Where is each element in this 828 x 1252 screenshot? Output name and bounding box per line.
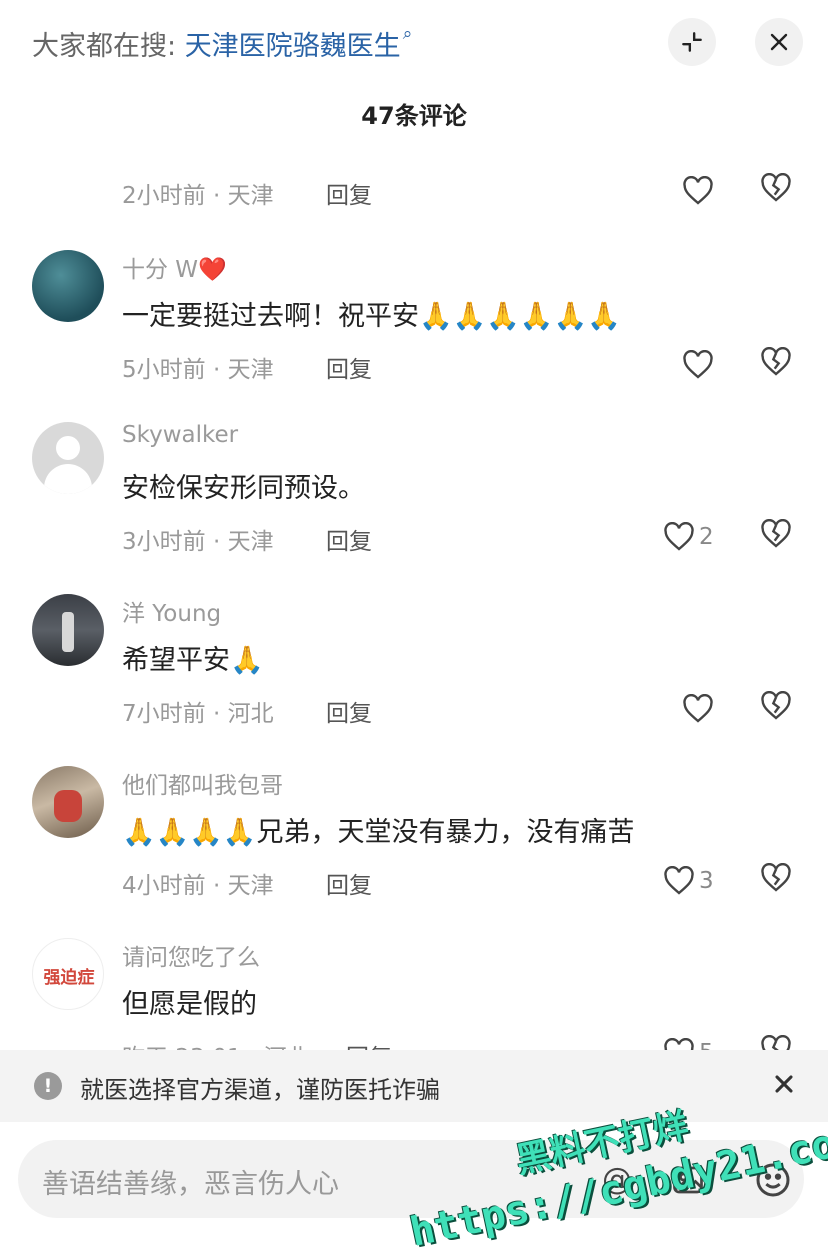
emoji-icon[interactable]: [753, 1160, 793, 1200]
comment-item: 洋 Young 希望平安🙏 7小时前 · 河北 回复: [0, 594, 828, 766]
comment-item: 强迫症 请问您吃了么 但愿是假的 昨天 23:01 · 河北 回复 5: [0, 938, 828, 1050]
comment-input-bar: 善语结善缘，恶言伤人心 @: [0, 1122, 828, 1252]
comment-item: 2小时前 · 天津 回复: [0, 145, 828, 209]
comment-username[interactable]: 请问您吃了么: [122, 938, 260, 972]
comment-username[interactable]: 他们都叫我包哥: [122, 766, 283, 800]
avatar-figure: [54, 790, 82, 822]
trending-search-keyword[interactable]: 天津医院骆巍医生: [185, 31, 401, 62]
comment-meta: 昨天 23:01 · 河北: [122, 1038, 310, 1050]
image-icon[interactable]: [670, 1162, 706, 1198]
comment-meta: 4小时前 · 天津: [122, 873, 274, 899]
avatar[interactable]: [32, 766, 104, 838]
broken-heart-icon: [761, 172, 791, 202]
reply-button[interactable]: 回复: [326, 694, 372, 728]
comment-input-placeholder: 善语结善缘，恶言伤人心: [42, 1169, 339, 1200]
dislike-button[interactable]: [760, 518, 796, 555]
comment-list[interactable]: 2小时前 · 天津 回复 十分 W❤️ 一定要挺过去啊！祝平安🙏🙏🙏🙏🙏🙏 5小…: [0, 145, 828, 1050]
comment-text: 安检保安形同预设。: [122, 473, 365, 504]
avatar[interactable]: [32, 250, 104, 322]
trending-search-prefix: 大家都在搜:: [32, 31, 185, 62]
avatar-default-head: [56, 436, 80, 460]
comment-meta: 7小时前 · 河北: [122, 701, 274, 727]
notice-close-button[interactable]: [770, 1070, 800, 1100]
comment-item: 他们都叫我包哥 🙏🙏🙏🙏兄弟，天堂没有暴力，没有痛苦 4小时前 · 天津 回复 …: [0, 766, 828, 938]
comment-text: 🙏🙏🙏🙏兄弟，天堂没有暴力，没有痛苦: [122, 817, 635, 848]
comment-count-title: 47条评论: [361, 102, 467, 130]
reply-button[interactable]: 回复: [326, 176, 372, 210]
heart-icon: [664, 522, 694, 551]
trending-search[interactable]: 大家都在搜: 天津医院骆巍医生 ⌕: [32, 24, 412, 63]
avatar[interactable]: [32, 422, 104, 494]
close-button[interactable]: [755, 18, 803, 66]
notice-text: 就医选择官方渠道，谨防医托诈骗: [80, 1076, 440, 1104]
heart-icon: [683, 350, 713, 379]
broken-heart-icon: [761, 1034, 791, 1050]
comment-text: 但愿是假的: [122, 989, 257, 1020]
warning-icon: !: [34, 1072, 62, 1100]
avatar[interactable]: 强迫症: [32, 938, 104, 1010]
collapse-button[interactable]: [668, 18, 716, 66]
close-icon: [770, 33, 788, 51]
dislike-button[interactable]: [760, 172, 796, 209]
comment-input[interactable]: 善语结善缘，恶言伤人心 @: [18, 1140, 804, 1218]
like-count: 5: [699, 1040, 714, 1050]
comment-text: 希望平安🙏: [122, 645, 264, 676]
dislike-button[interactable]: [760, 346, 796, 383]
like-button[interactable]: 2: [663, 519, 733, 555]
broken-heart-icon: [761, 862, 791, 892]
heart-icon: [664, 866, 694, 895]
broken-heart-icon: [761, 346, 791, 376]
avatar[interactable]: [32, 594, 104, 666]
reply-button[interactable]: 回复: [326, 522, 372, 556]
search-icon: ⌕: [402, 24, 413, 44]
broken-heart-icon: [761, 690, 791, 720]
like-button[interactable]: [682, 691, 752, 727]
reply-button[interactable]: 回复: [326, 866, 372, 900]
comment-item: Skywalker 安检保安形同预设。 3小时前 · 天津 回复 2: [0, 422, 828, 594]
like-button[interactable]: 5: [663, 1035, 733, 1050]
dislike-button[interactable]: [760, 1034, 796, 1050]
comment-meta: 2小时前 · 天津: [122, 183, 274, 209]
avatar-default-body: [44, 464, 92, 494]
comment-meta: 5小时前 · 天津: [122, 357, 274, 383]
comment-meta: 3小时前 · 天津: [122, 529, 274, 555]
like-count: 3: [699, 868, 714, 894]
reply-button[interactable]: 回复: [326, 350, 372, 384]
like-button[interactable]: [682, 173, 752, 209]
at-mention-icon[interactable]: @: [602, 1162, 632, 1197]
notice-banner: ! 就医选择官方渠道，谨防医托诈骗: [0, 1050, 828, 1122]
heart-icon: [683, 694, 713, 723]
broken-heart-icon: [761, 518, 791, 548]
comment-username[interactable]: Skywalker: [122, 422, 238, 448]
comment-username[interactable]: 十分 W❤️: [122, 250, 227, 284]
reply-button[interactable]: 回复: [346, 1038, 392, 1050]
comment-text: 一定要挺过去啊！祝平安🙏🙏🙏🙏🙏🙏: [122, 301, 621, 332]
avatar-figure: [62, 612, 74, 652]
heart-icon: [683, 176, 713, 205]
collapse-icon: [682, 32, 702, 52]
dislike-button[interactable]: [760, 690, 796, 727]
like-count: 2: [699, 524, 714, 550]
like-button[interactable]: 3: [663, 863, 733, 899]
top-bar: 大家都在搜: 天津医院骆巍医生 ⌕: [0, 0, 828, 90]
heart-icon: [664, 1038, 694, 1050]
close-icon: [775, 1075, 793, 1093]
like-button[interactable]: [682, 347, 752, 383]
dislike-button[interactable]: [760, 862, 796, 899]
comment-username[interactable]: 洋 Young: [122, 594, 221, 628]
avatar-text: 强迫症: [43, 968, 95, 988]
comment-item: 十分 W❤️ 一定要挺过去啊！祝平安🙏🙏🙏🙏🙏🙏 5小时前 · 天津 回复: [0, 250, 828, 422]
